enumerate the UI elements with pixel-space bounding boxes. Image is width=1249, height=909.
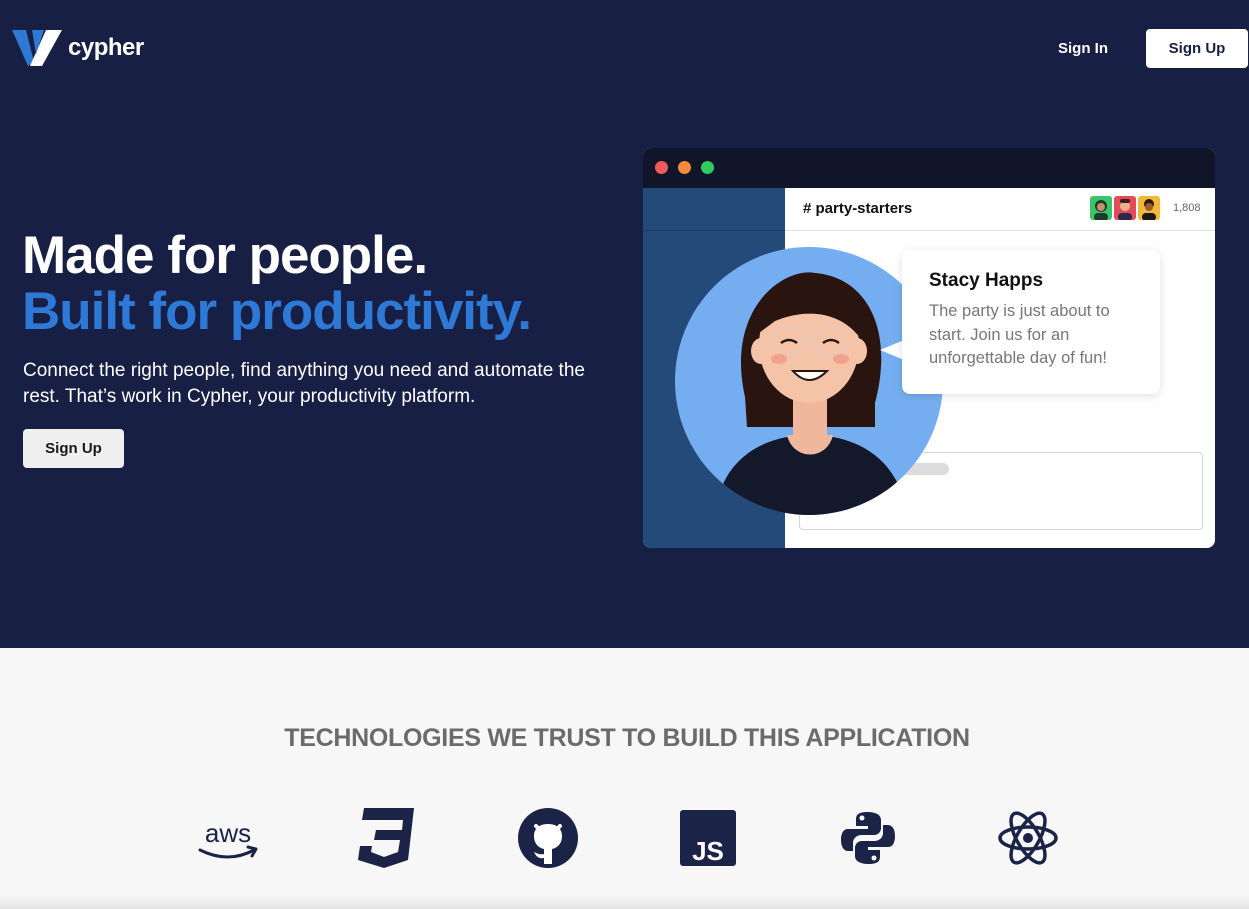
technologies-title: TECHNOLOGIES WE TRUST TO BUILD THIS APPL…	[284, 724, 970, 752]
minimize-dot-icon	[678, 161, 691, 174]
sidebar-divider	[643, 230, 785, 231]
member-count: 1,808	[1173, 202, 1201, 214]
channel-name: # party-starters	[803, 200, 913, 217]
css3-icon	[358, 808, 414, 868]
hero-headline: Made for people. Built for productivity.	[22, 226, 532, 341]
speech-bubble-tail	[880, 340, 904, 360]
page-bottom-edge	[0, 895, 1249, 909]
channel-header: # party-starters 1,808	[785, 188, 1215, 231]
maximize-dot-icon	[701, 161, 714, 174]
headline-line-2: Built for productivity.	[22, 282, 532, 341]
message-bubble: Stacy Happs The party is just about to s…	[902, 250, 1160, 394]
hero-sign-up-button[interactable]: Sign Up	[23, 429, 124, 468]
sign-in-link[interactable]: Sign In	[1050, 38, 1116, 60]
svg-text:aws: aws	[205, 818, 251, 848]
avatar	[1138, 196, 1160, 220]
avatar	[1090, 196, 1112, 220]
svg-text:JS: JS	[692, 836, 724, 866]
python-icon	[841, 812, 895, 864]
javascript-icon: JS	[680, 810, 736, 866]
window-titlebar	[643, 148, 1215, 188]
message-author: Stacy Happs	[929, 270, 1044, 291]
close-dot-icon	[655, 161, 668, 174]
member-avatars	[1090, 196, 1162, 220]
message-text: The party is just about to start. Join u…	[929, 302, 1110, 367]
brand-logo[interactable]: cypher	[12, 28, 144, 68]
brand-name: cypher	[68, 34, 144, 61]
avatar	[1114, 196, 1136, 220]
hero-subtext: Connect the right people, find anything …	[23, 360, 585, 407]
headline-line-1: Made for people.	[22, 226, 428, 285]
aws-icon: aws	[198, 818, 258, 859]
github-icon	[518, 808, 578, 868]
header-sign-up-button[interactable]: Sign Up	[1146, 29, 1248, 68]
react-icon	[998, 811, 1058, 865]
cypher-logo-icon	[12, 30, 62, 66]
